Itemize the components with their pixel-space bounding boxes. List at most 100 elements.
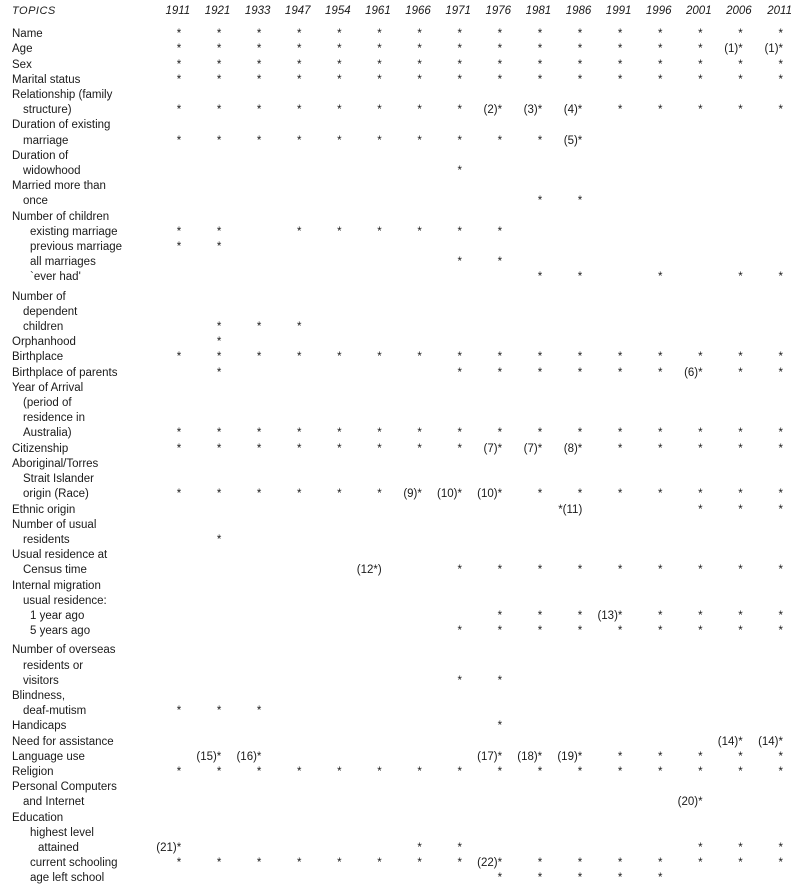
collection-mark-2001: *: [698, 73, 703, 86]
collection-mark-1961: [351, 704, 391, 719]
collection-mark-1954: [311, 674, 351, 689]
collection-mark-1971: [431, 659, 471, 674]
collection-mark-1981: *: [537, 134, 543, 147]
collection-mark-2001: [672, 305, 712, 320]
collection-mark-1971: [431, 704, 471, 719]
topic-label: Duration of existing: [12, 119, 111, 132]
table-row: residents or: [12, 659, 792, 674]
collection-mark-1911: [150, 594, 190, 609]
collection-mark-1911: *: [176, 857, 182, 870]
collection-mark-2006: [712, 286, 752, 305]
collection-mark-1911: *: [176, 134, 182, 147]
collection-mark-1961: [351, 518, 391, 533]
topic-label: Handicaps: [12, 720, 67, 733]
collection-mark-1961: [351, 609, 391, 624]
collection-mark-1976: *: [497, 564, 503, 577]
collection-mark-1971: *: [457, 427, 462, 440]
collection-mark-1996: [631, 533, 671, 548]
collection-mark-2001: [672, 735, 712, 750]
collection-mark-2001: [672, 518, 712, 533]
topic-label: dependent: [23, 305, 78, 318]
collection-mark-1954: [311, 639, 351, 658]
collection-mark-1933: [230, 88, 270, 103]
topic-label: children: [23, 321, 64, 334]
collection-mark-1981: [511, 704, 551, 719]
collection-mark-2011: *: [778, 427, 783, 440]
topic-label: Need for assistance: [12, 735, 114, 748]
collection-mark-1991: [591, 396, 631, 411]
collection-mark-1911: *: [176, 241, 182, 254]
collection-mark-1971: *: [457, 765, 462, 778]
collection-mark-1911: [150, 457, 190, 472]
collection-mark-1947: [270, 841, 310, 856]
collection-mark-1986: [551, 811, 591, 826]
topic-label: attained: [38, 841, 79, 854]
collection-mark-1947: *: [297, 28, 302, 41]
collection-mark-1966: [391, 795, 431, 810]
collection-mark-1976: *: [497, 28, 503, 41]
collection-mark-1991: *: [617, 765, 623, 778]
collection-mark-1954: [311, 255, 351, 270]
collection-mark-1954: [311, 335, 351, 350]
collection-mark-2001: *: [698, 442, 703, 455]
topic-label: residents or: [23, 659, 84, 672]
collection-mark-2011: [752, 594, 792, 609]
collection-mark-1947: [270, 335, 310, 350]
table-row: 1 year ago * * * (13)* * * * *: [12, 609, 792, 624]
collection-mark-1976: *: [497, 765, 503, 778]
collection-mark-1976: *: [497, 674, 503, 687]
collection-mark-1961: [351, 659, 391, 674]
collection-mark-1954: [311, 826, 351, 841]
collection-mark-1981: [511, 841, 551, 856]
collection-mark-1933: [230, 164, 270, 179]
collection-mark-1954: [311, 320, 351, 335]
table-row: Number of children: [12, 210, 792, 225]
collection-mark-1981: *: [537, 366, 543, 379]
collection-mark-1961: *: [377, 857, 382, 870]
collection-mark-1966: [391, 659, 431, 674]
collection-mark-1971: [431, 320, 471, 335]
collection-mark-1933: *: [256, 351, 262, 364]
collection-mark-1961: (12*): [356, 564, 382, 577]
table-row: 5 years ago * * * * * * * * *: [12, 624, 792, 639]
collection-mark-1961: [351, 780, 391, 795]
collection-mark-2006: [712, 134, 752, 149]
collection-mark-2011: [752, 518, 792, 533]
collection-mark-1986: [551, 548, 591, 563]
collection-mark-1971: [431, 149, 471, 164]
table-row: Personal Computers: [12, 780, 792, 795]
collection-mark-1971: *: [457, 165, 462, 178]
collection-mark-1911: [150, 826, 190, 841]
collection-mark-2011: *: [778, 28, 783, 41]
collection-mark-1971: [431, 594, 471, 609]
collection-mark-1981: *: [537, 351, 543, 364]
collection-mark-1921: [190, 719, 230, 734]
collection-mark-2006: [712, 149, 752, 164]
collection-mark-2001: [672, 210, 712, 225]
topic-label: Internal migration: [12, 579, 101, 592]
collection-mark-2001: *: [698, 28, 703, 41]
collection-mark-1911: *: [176, 442, 182, 455]
collection-mark-1976: *: [497, 351, 503, 364]
table-row: highest level: [12, 826, 792, 841]
collection-mark-1954: [311, 149, 351, 164]
collection-mark-1971: [431, 811, 471, 826]
table-row: origin (Race) * * * * * * (9)* (10)* (10)* * * * * * * *: [12, 487, 792, 502]
collection-mark-1981: [511, 780, 551, 795]
collection-mark-2001: [672, 149, 712, 164]
collection-mark-1961: *: [377, 43, 382, 56]
collection-mark-2006: [712, 594, 752, 609]
collection-mark-1966: [391, 624, 431, 639]
collection-mark-1976: [471, 411, 511, 426]
collection-mark-1981: [511, 826, 551, 841]
collection-mark-1981: [511, 179, 551, 194]
collection-mark-1966: *: [417, 427, 422, 440]
collection-mark-1976: [471, 639, 511, 658]
collection-mark-1933: *: [256, 857, 262, 870]
collection-mark-1921: (15)*: [196, 750, 222, 763]
collection-mark-1954: [311, 750, 351, 765]
collection-mark-1986: *: [577, 872, 583, 885]
collection-mark-1996: [631, 639, 671, 658]
collection-mark-1981: [511, 533, 551, 548]
collection-mark-1991: *: [617, 872, 623, 885]
